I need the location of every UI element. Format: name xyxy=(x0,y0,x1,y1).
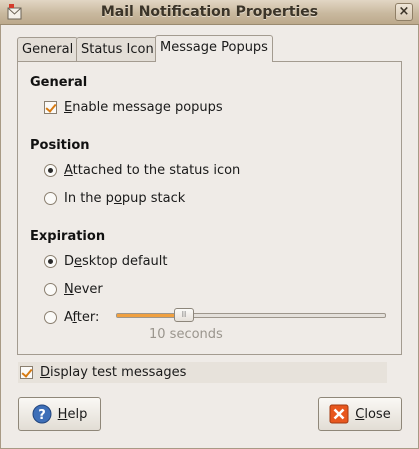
radio-popup-stack-row[interactable]: In the popup stack xyxy=(44,189,185,207)
window-close-button[interactable]: × xyxy=(395,3,413,21)
radio-after[interactable] xyxy=(44,310,57,324)
enable-popups-checkbox-row[interactable]: Enable message popups xyxy=(44,98,223,116)
radio-never[interactable] xyxy=(44,282,57,296)
tab-message-popups[interactable]: Message Popups xyxy=(155,35,273,62)
svg-text:?: ? xyxy=(38,408,46,423)
radio-never-label: Never xyxy=(64,281,103,297)
display-test-messages-row[interactable]: Display test messages xyxy=(18,362,387,383)
enable-popups-checkbox[interactable] xyxy=(44,100,57,114)
radio-after-row[interactable]: After: xyxy=(44,308,99,326)
radio-popup-stack-label: In the popup stack xyxy=(64,190,186,206)
help-button[interactable]: ? Help xyxy=(18,397,101,431)
section-heading-general: General xyxy=(30,75,88,90)
radio-desktop-default-label: Desktop default xyxy=(64,253,168,269)
section-heading-position: Position xyxy=(30,138,90,153)
expiration-slider-handle[interactable]: ll xyxy=(174,308,194,322)
radio-attached[interactable] xyxy=(44,163,57,177)
help-button-label: Help xyxy=(57,406,88,422)
expiration-slider[interactable]: ll xyxy=(116,308,386,322)
section-heading-expiration: Expiration xyxy=(30,229,106,244)
close-icon xyxy=(329,404,349,424)
close-button-label: Close xyxy=(355,406,391,422)
display-test-messages-checkbox[interactable] xyxy=(20,366,33,379)
radio-never-row[interactable]: Never xyxy=(44,280,103,298)
close-button[interactable]: Close xyxy=(318,397,402,431)
radio-popup-stack[interactable] xyxy=(44,191,57,205)
radio-attached-row[interactable]: Attached to the status icon xyxy=(44,161,240,179)
expiration-slider-value: 10 seconds xyxy=(149,327,223,342)
window-title: Mail Notification Properties xyxy=(100,4,319,20)
display-test-messages-label: Display test messages xyxy=(40,365,187,380)
radio-desktop-default[interactable] xyxy=(44,254,57,268)
title-bar[interactable]: Mail Notification Properties × xyxy=(0,0,419,25)
tab-general[interactable]: General xyxy=(17,37,79,61)
enable-popups-label: Enable message popups xyxy=(64,99,223,115)
help-icon: ? xyxy=(32,404,52,424)
radio-after-label: After: xyxy=(64,309,100,325)
radio-attached-label: Attached to the status icon xyxy=(64,162,241,178)
radio-desktop-default-row[interactable]: Desktop default xyxy=(44,252,168,270)
tab-status-icon[interactable]: Status Icon xyxy=(76,37,159,61)
